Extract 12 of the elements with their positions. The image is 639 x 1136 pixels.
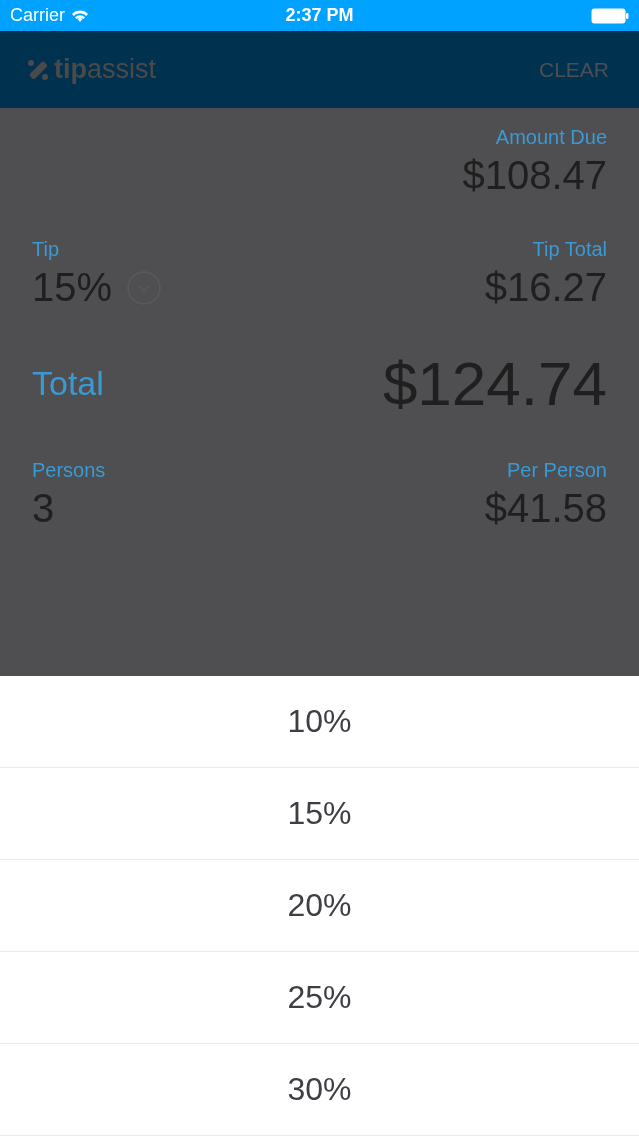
- status-time: 2:37 PM: [285, 5, 354, 26]
- field-label: Per Person: [506, 459, 607, 482]
- app-logo: tipassist: [54, 54, 157, 85]
- carrier-name: Carrier: [10, 5, 65, 26]
- total-label: Total: [32, 364, 104, 403]
- logo-icon: [26, 57, 50, 82]
- field-label: Tip: [32, 238, 61, 261]
- wifi-icon: [71, 8, 89, 23]
- field-label: Tip Total: [532, 238, 607, 261]
- field-label: Amount Due: [495, 126, 607, 149]
- field-label: Persons: [32, 459, 106, 482]
- battery-icon: [591, 7, 629, 24]
